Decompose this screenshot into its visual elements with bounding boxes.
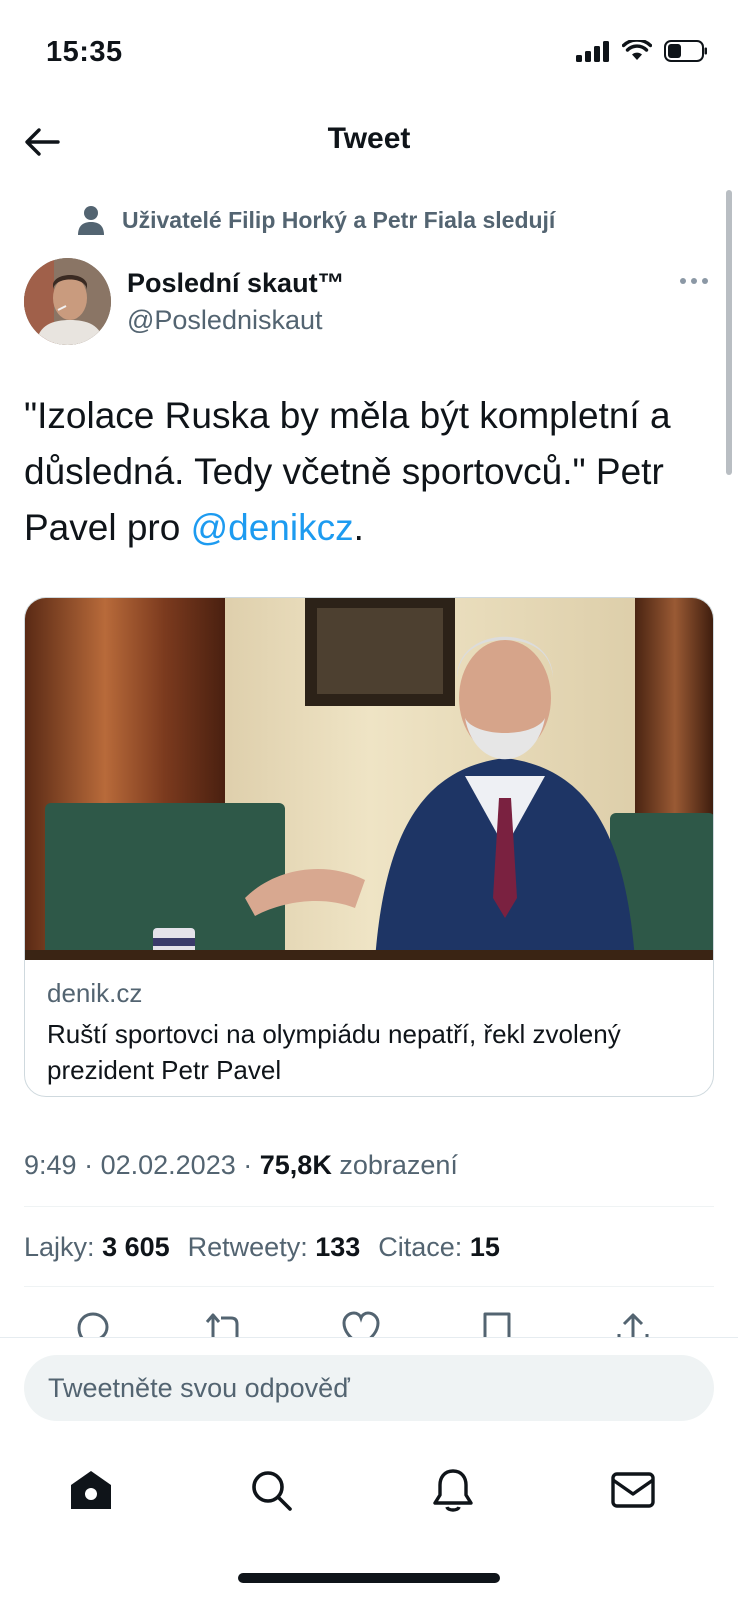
person-icon xyxy=(78,206,104,235)
status-bar: 15:35 xyxy=(0,0,738,100)
messages-icon xyxy=(611,1472,655,1508)
tweet-date[interactable]: 02.02.2023 xyxy=(101,1150,236,1180)
retweets-stat[interactable]: Retweety: 133 xyxy=(188,1232,361,1263)
author-name[interactable]: Poslední skaut™ xyxy=(127,268,345,299)
reply-button[interactable] xyxy=(70,1310,116,1338)
social-context-text: Uživatelé Filip Horký a Petr Fiala sledu… xyxy=(122,206,556,233)
notifications-icon xyxy=(433,1469,473,1512)
likes-label: Lajky: xyxy=(24,1232,95,1262)
tweet-text: "Izolace Ruska by měla být kompletní a d… xyxy=(24,388,714,556)
link-card[interactable]: denik.cz Ruští sportovci na olympiádu ne… xyxy=(24,597,714,1097)
likes-stat[interactable]: Lajky: 3 605 xyxy=(24,1232,170,1263)
nav-header: Tweet xyxy=(0,100,738,182)
link-card-image xyxy=(25,598,713,960)
status-time: 15:35 xyxy=(46,36,123,68)
tab-notifications[interactable] xyxy=(428,1465,478,1515)
bookmark-button[interactable] xyxy=(474,1310,520,1338)
likes-count: 3 605 xyxy=(102,1232,170,1262)
battery-icon xyxy=(664,40,707,62)
link-card-domain: denik.cz xyxy=(47,978,143,1008)
divider xyxy=(24,1206,714,1207)
like-icon xyxy=(342,1311,380,1338)
retweet-icon xyxy=(205,1313,243,1338)
retweets-label: Retweety: xyxy=(187,1232,308,1262)
avatar[interactable] xyxy=(24,258,111,345)
quotes-stat[interactable]: Citace: 15 xyxy=(378,1232,500,1263)
tab-home[interactable] xyxy=(66,1465,116,1515)
divider xyxy=(24,1286,714,1287)
author-handle[interactable]: @Posledniskaut xyxy=(127,305,323,336)
views-label[interactable]: zobrazení xyxy=(339,1150,458,1180)
page-title: Tweet xyxy=(327,122,411,155)
wifi-icon xyxy=(622,40,652,60)
reply-input[interactable]: Tweetněte svou odpověď xyxy=(24,1355,714,1421)
tweet-text-end: . xyxy=(353,507,364,548)
retweet-button[interactable] xyxy=(202,1310,248,1338)
quotes-count: 15 xyxy=(469,1232,500,1262)
home-icon xyxy=(71,1471,111,1509)
tab-search[interactable] xyxy=(246,1465,296,1515)
home-indicator[interactable] xyxy=(238,1573,500,1583)
meta-separator: · xyxy=(84,1150,94,1180)
bookmark-icon xyxy=(483,1312,511,1338)
retweets-count: 133 xyxy=(315,1232,361,1262)
scrollbar[interactable] xyxy=(726,190,732,475)
link-card-title: Ruští sportovci na olympiádu nepatří, ře… xyxy=(47,1019,621,1085)
mention-link[interactable]: @denikcz xyxy=(191,507,354,548)
tab-messages[interactable] xyxy=(608,1465,658,1515)
share-icon xyxy=(617,1313,649,1338)
engagement-stats: Lajky: 3 605 Retweety: 133 Citace: 15 xyxy=(24,1232,500,1263)
meta-separator: · xyxy=(243,1150,253,1180)
reply-bar-divider xyxy=(0,1337,738,1338)
like-button[interactable] xyxy=(338,1310,384,1338)
tweet-time[interactable]: 9:49 xyxy=(24,1150,77,1180)
social-context[interactable]: Uživatelé Filip Horký a Petr Fiala sledu… xyxy=(78,205,555,235)
reply-icon xyxy=(77,1312,109,1338)
bottom-tab-bar xyxy=(0,1455,738,1525)
cellular-signal-icon xyxy=(576,41,609,62)
more-options-icon[interactable] xyxy=(680,278,708,284)
share-button[interactable] xyxy=(610,1310,656,1338)
status-icons xyxy=(576,40,708,62)
tweet-meta: 9:49 · 02.02.2023 · 75,8K zobrazení xyxy=(24,1150,458,1181)
search-icon xyxy=(252,1471,292,1511)
views-count[interactable]: 75,8K xyxy=(260,1150,332,1180)
tweet-actions xyxy=(0,1300,738,1338)
quotes-label: Citace: xyxy=(378,1232,463,1262)
